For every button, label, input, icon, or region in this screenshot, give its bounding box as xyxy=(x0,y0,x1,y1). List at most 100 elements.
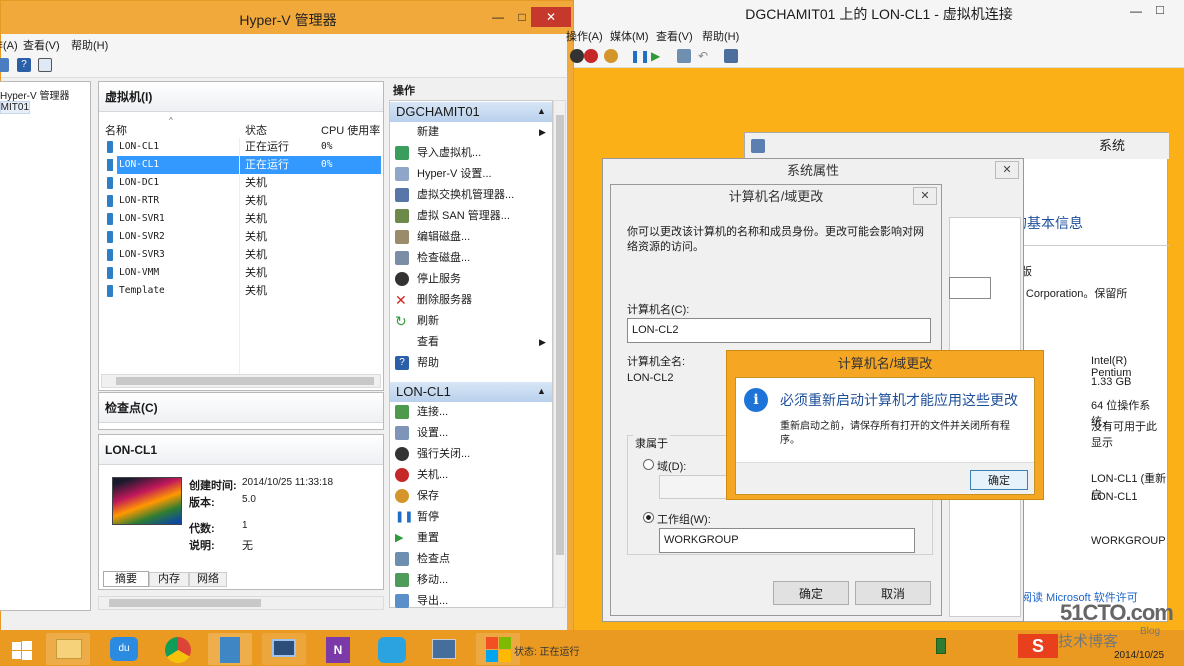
tab-summary[interactable]: 摘要 xyxy=(103,571,149,587)
system-pen: 没有可用于此显示 xyxy=(1091,421,1157,449)
col-state[interactable]: 状态 xyxy=(245,122,267,138)
tab-memory[interactable]: 内存 xyxy=(149,572,189,587)
revert-icon[interactable]: ↶ xyxy=(698,49,712,63)
taskbar-vmconnect[interactable] xyxy=(262,633,306,665)
taskbar-chrome[interactable] xyxy=(156,633,200,665)
rename-desc: 你可以更改该计算机的名称和成员身份。更改可能会影响对网络资源的访问。 xyxy=(627,226,924,253)
action-turn-off[interactable]: 强行关闭... xyxy=(391,444,553,465)
actions-vscrollbar[interactable] xyxy=(553,100,566,608)
system-name: LON-CL1 xyxy=(1091,491,1138,503)
action-pause[interactable]: ❚❚ 暂停 xyxy=(391,507,553,528)
action-move[interactable]: 移动... xyxy=(391,570,553,591)
vm-row-selected[interactable]: LON-CL1 正在运行 0% xyxy=(117,156,381,174)
menu-view[interactable]: 查看(V) xyxy=(656,28,693,44)
hyperv-icon xyxy=(220,637,240,663)
vm-row[interactable]: Template 关机 xyxy=(103,282,381,300)
vm-icon xyxy=(107,141,113,153)
pane-icon[interactable] xyxy=(38,58,52,72)
action-new[interactable]: 新建 ▶ xyxy=(391,122,553,143)
action-checkpoint[interactable]: 检查点 xyxy=(391,549,553,570)
clock-date[interactable]: 2014/10/25 xyxy=(1114,650,1164,661)
action-help[interactable]: ? 帮助 xyxy=(391,353,553,374)
action-switch-manager[interactable]: 虚拟交换机管理器... xyxy=(391,185,553,206)
workgroup-input[interactable]: WORKGROUP xyxy=(659,528,915,553)
action-remove-server[interactable]: ✕ 删除服务器 xyxy=(391,290,553,311)
vm-row[interactable]: LON-DC1 关机 xyxy=(103,174,381,192)
rename-ok-button[interactable]: 确定 xyxy=(773,581,849,605)
rename-cancel-button[interactable]: 取消 xyxy=(855,581,931,605)
vm-hscrollbar[interactable] xyxy=(101,374,381,388)
start-button[interactable] xyxy=(0,633,44,665)
close-button[interactable]: ✕ xyxy=(531,7,571,27)
vm-row[interactable]: LON-VMM 关机 xyxy=(103,264,381,282)
vm-icon xyxy=(107,195,113,207)
menu-help[interactable]: 帮助(H) xyxy=(702,28,739,44)
collapse-icon[interactable]: ▲ xyxy=(537,106,546,116)
hyperv-toolbar: ? xyxy=(0,54,567,78)
name-label: 计算机名(C): xyxy=(627,304,690,316)
action-hyperv-settings[interactable]: Hyper-V 设置... xyxy=(391,164,553,185)
tree-root[interactable]: Hyper-V 管理器 xyxy=(0,87,90,102)
action-export[interactable]: 导出... xyxy=(391,591,553,608)
action-import[interactable]: 导入虚拟机... xyxy=(391,143,553,164)
host-group-header[interactable]: DGCHAMIT01 xyxy=(390,102,552,122)
shutdown-icon[interactable] xyxy=(584,49,598,63)
delete-icon: ✕ xyxy=(395,292,407,308)
taskbar-app[interactable] xyxy=(370,633,414,665)
taskbar-baidu[interactable]: du xyxy=(102,633,146,665)
help-icon: ? xyxy=(395,356,409,370)
action-inspect-disk[interactable]: 检查磁盘... xyxy=(391,248,553,269)
action-edit-disk[interactable]: 编辑磁盘... xyxy=(391,227,553,248)
vm-row[interactable]: LON-SVR2 关机 xyxy=(103,228,381,246)
restart-ok-button[interactable]: 确定 xyxy=(970,470,1028,490)
detail-hscrollbar[interactable] xyxy=(98,596,384,610)
menu-action[interactable]: 操作(A) xyxy=(566,28,603,44)
col-cpu[interactable]: CPU 使用率 xyxy=(321,122,380,138)
workgroup-radio[interactable] xyxy=(643,512,654,523)
turn-off-icon[interactable] xyxy=(570,49,584,63)
sysprops-desc-field[interactable] xyxy=(949,277,991,299)
help-icon[interactable]: ? xyxy=(17,58,31,72)
vm-row[interactable]: LON-SVR3 关机 xyxy=(103,246,381,264)
action-save[interactable]: 保存 xyxy=(391,486,553,507)
pause-icon[interactable]: ❚❚ xyxy=(630,49,650,63)
close-button[interactable]: ✕ xyxy=(913,187,937,205)
tab-network[interactable]: 网络 xyxy=(189,572,227,587)
menu-media[interactable]: 媒体(M) xyxy=(610,28,649,44)
action-settings[interactable]: 设置... xyxy=(391,423,553,444)
action-reset[interactable]: ▶ 重置 xyxy=(391,528,553,549)
tree-host[interactable]: DGCHAMIT01 xyxy=(0,101,30,114)
back-icon[interactable] xyxy=(0,58,9,72)
reset-icon[interactable]: ▶ xyxy=(651,49,665,63)
action-view[interactable]: 查看 ▶ xyxy=(391,332,553,353)
minimize-button[interactable]: — xyxy=(1130,4,1142,18)
action-refresh[interactable]: ↻ 刷新 xyxy=(391,311,553,332)
vm-thumbnail[interactable] xyxy=(112,477,182,525)
close-button[interactable]: ✕ xyxy=(995,161,1019,179)
enhanced-session-icon[interactable] xyxy=(724,49,738,63)
taskbar-onenote[interactable]: N xyxy=(316,633,360,665)
computer-name-input[interactable]: LON-CL2 xyxy=(627,318,931,343)
col-name[interactable]: 名称 xyxy=(105,122,127,138)
maximize-button[interactable]: □ xyxy=(1156,2,1164,17)
menu-action[interactable]: 操作(A) xyxy=(0,37,18,53)
vm-row[interactable]: LON-CL1 正在运行 0% xyxy=(103,138,381,156)
taskbar-remote[interactable] xyxy=(422,633,466,665)
menu-view[interactable]: 查看(V) xyxy=(23,37,60,53)
domain-radio[interactable] xyxy=(643,459,654,470)
save-icon[interactable] xyxy=(604,49,618,63)
action-shutdown[interactable]: 关机... xyxy=(391,465,553,486)
battery-icon[interactable] xyxy=(936,638,946,654)
minimize-button[interactable]: — xyxy=(485,7,511,27)
menu-help[interactable]: 帮助(H) xyxy=(71,37,108,53)
action-stop-service[interactable]: 停止服务 xyxy=(391,269,553,290)
taskbar-hyperv[interactable] xyxy=(208,633,252,665)
taskbar-explorer[interactable] xyxy=(46,633,90,665)
vm-group-header[interactable]: LON-CL1 xyxy=(390,382,552,402)
action-connect[interactable]: 连接... xyxy=(391,402,553,423)
action-san-manager[interactable]: 虚拟 SAN 管理器... xyxy=(391,206,553,227)
vm-row[interactable]: LON-SVR1 关机 xyxy=(103,210,381,228)
checkpoint-icon[interactable] xyxy=(677,49,691,63)
vm-row[interactable]: LON-RTR 关机 xyxy=(103,192,381,210)
collapse-icon[interactable]: ▲ xyxy=(537,386,546,396)
